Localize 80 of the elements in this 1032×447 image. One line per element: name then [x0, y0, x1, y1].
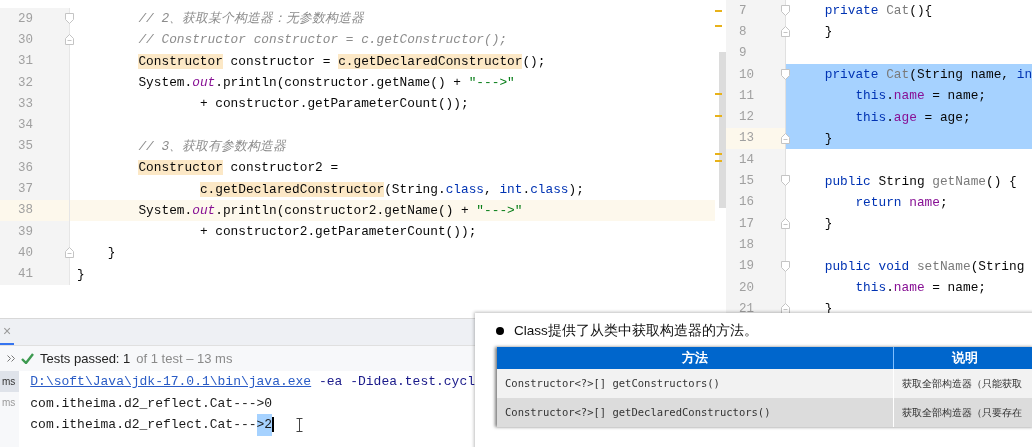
fold-icon[interactable] — [781, 217, 790, 229]
i-beam-cursor-icon — [295, 417, 303, 432]
line-number: 7 — [739, 3, 747, 18]
line-number: 10 — [739, 67, 754, 82]
code-line: } — [823, 130, 833, 146]
table-cell-text: 获取全部构造器（只要存在 — [901, 405, 1023, 420]
line-number: 37 — [18, 182, 33, 196]
line-number: 15 — [739, 174, 754, 188]
line-number: 31 — [18, 54, 33, 69]
line-number: 34 — [18, 118, 33, 133]
fold-icon[interactable] — [781, 132, 790, 144]
code-line: System.out.println(constructor2.getName() + "--->" — [137, 202, 523, 218]
line-number: 17 — [739, 216, 754, 231]
fold-icon[interactable] — [781, 260, 790, 272]
code-line: } — [823, 24, 833, 40]
bullet-text: Class提供了从类中获取构造器的方法。 — [514, 322, 758, 340]
table-cell-text: 获取全部构造器（只能获取 — [901, 376, 1023, 391]
table-header: 方法 — [497, 347, 894, 369]
double-chevron-icon[interactable] — [7, 355, 15, 362]
line-number: 20 — [739, 280, 754, 295]
line-number: 18 — [739, 237, 754, 252]
code-line: private Cat(){ — [823, 3, 933, 19]
text-caret — [272, 417, 274, 433]
code-line: c.getDeclaredConstructor(String.class, int.class); — [198, 181, 584, 197]
line-number: 32 — [18, 75, 33, 90]
line-number: 29 — [18, 11, 33, 26]
line-number: 8 — [739, 24, 747, 39]
fold-icon[interactable] — [781, 175, 790, 187]
code-line: // Constructor constructor = c.getConstructor(); — [137, 32, 508, 48]
fold-icon[interactable] — [781, 26, 790, 38]
java-path-link[interactable]: D:\soft\Java\jdk-17.0.1\bin\java.exe — [30, 371, 312, 393]
line-number: 30 — [18, 32, 33, 47]
line-number: 36 — [18, 160, 33, 175]
code-line: + constructor2.getParameterCount()); — [198, 224, 477, 240]
code-line: } — [106, 245, 116, 261]
code-line: this.name = name; — [854, 280, 986, 295]
code-line: System.out.println(constructor.getName() + "--->" — [137, 75, 515, 91]
fold-icon[interactable] — [65, 247, 74, 259]
code-line: // 3、获取有参数构造器 — [137, 137, 287, 155]
line-number: 38 — [18, 203, 33, 218]
code-line: // 2、获取某个构造器：无参数构造器 — [137, 10, 365, 28]
table-cell: Constructor<?>[] getDeclaredConstructors() — [497, 398, 894, 427]
code-line: this.age = age; — [854, 109, 971, 125]
line-number: 14 — [739, 152, 754, 167]
line-number: 40 — [18, 245, 33, 260]
tests-detail-text: of 1 test – 13 ms — [136, 351, 233, 366]
line-number: 35 — [18, 139, 33, 154]
code-line: private Cat(String name, in — [823, 67, 1032, 83]
bullet-icon — [496, 327, 504, 335]
line-number: 16 — [739, 195, 754, 210]
line-number: 11 — [739, 88, 754, 103]
table-header: 说明 — [950, 349, 979, 367]
fold-icon[interactable] — [781, 5, 790, 16]
output-line: com.itheima.d2_reflect.Cat--->0 — [30, 394, 273, 413]
code-line: this.name = name; — [854, 88, 986, 104]
code-line: Constructor constructor2 = — [137, 160, 339, 176]
line-number: 19 — [739, 259, 754, 274]
check-icon — [21, 353, 34, 364]
output-line: com.itheima.d2_reflect.Cat--- — [30, 416, 257, 434]
fold-icon[interactable] — [65, 13, 74, 24]
line-number: 12 — [739, 110, 754, 125]
line-number: 33 — [18, 96, 33, 111]
code-line: return name; — [854, 194, 948, 210]
line-number: 21 — [739, 301, 754, 316]
code-line: + constructor.getParameterCount()); — [198, 96, 469, 112]
fold-icon[interactable] — [781, 68, 790, 80]
code-line: public String getName() { — [823, 173, 1017, 189]
command-text: -ea -Didea.test.cycl — [318, 373, 475, 391]
code-line: public void setName(String — [823, 258, 1025, 274]
selected-text: >2 — [256, 414, 273, 436]
fold-icon[interactable] — [65, 34, 74, 46]
line-number: 13 — [739, 131, 754, 146]
code-line: } — [823, 216, 833, 232]
code-line: } — [77, 266, 85, 282]
line-number: 41 — [18, 267, 33, 282]
test-item[interactable]: ms — [0, 371, 20, 392]
line-number: 9 — [739, 46, 747, 61]
tests-passed-text: Tests passed: 1 — [40, 351, 131, 366]
code-line: Constructor constructor = c.getDeclaredConstructor(); — [137, 53, 546, 69]
line-number: 39 — [18, 224, 33, 239]
